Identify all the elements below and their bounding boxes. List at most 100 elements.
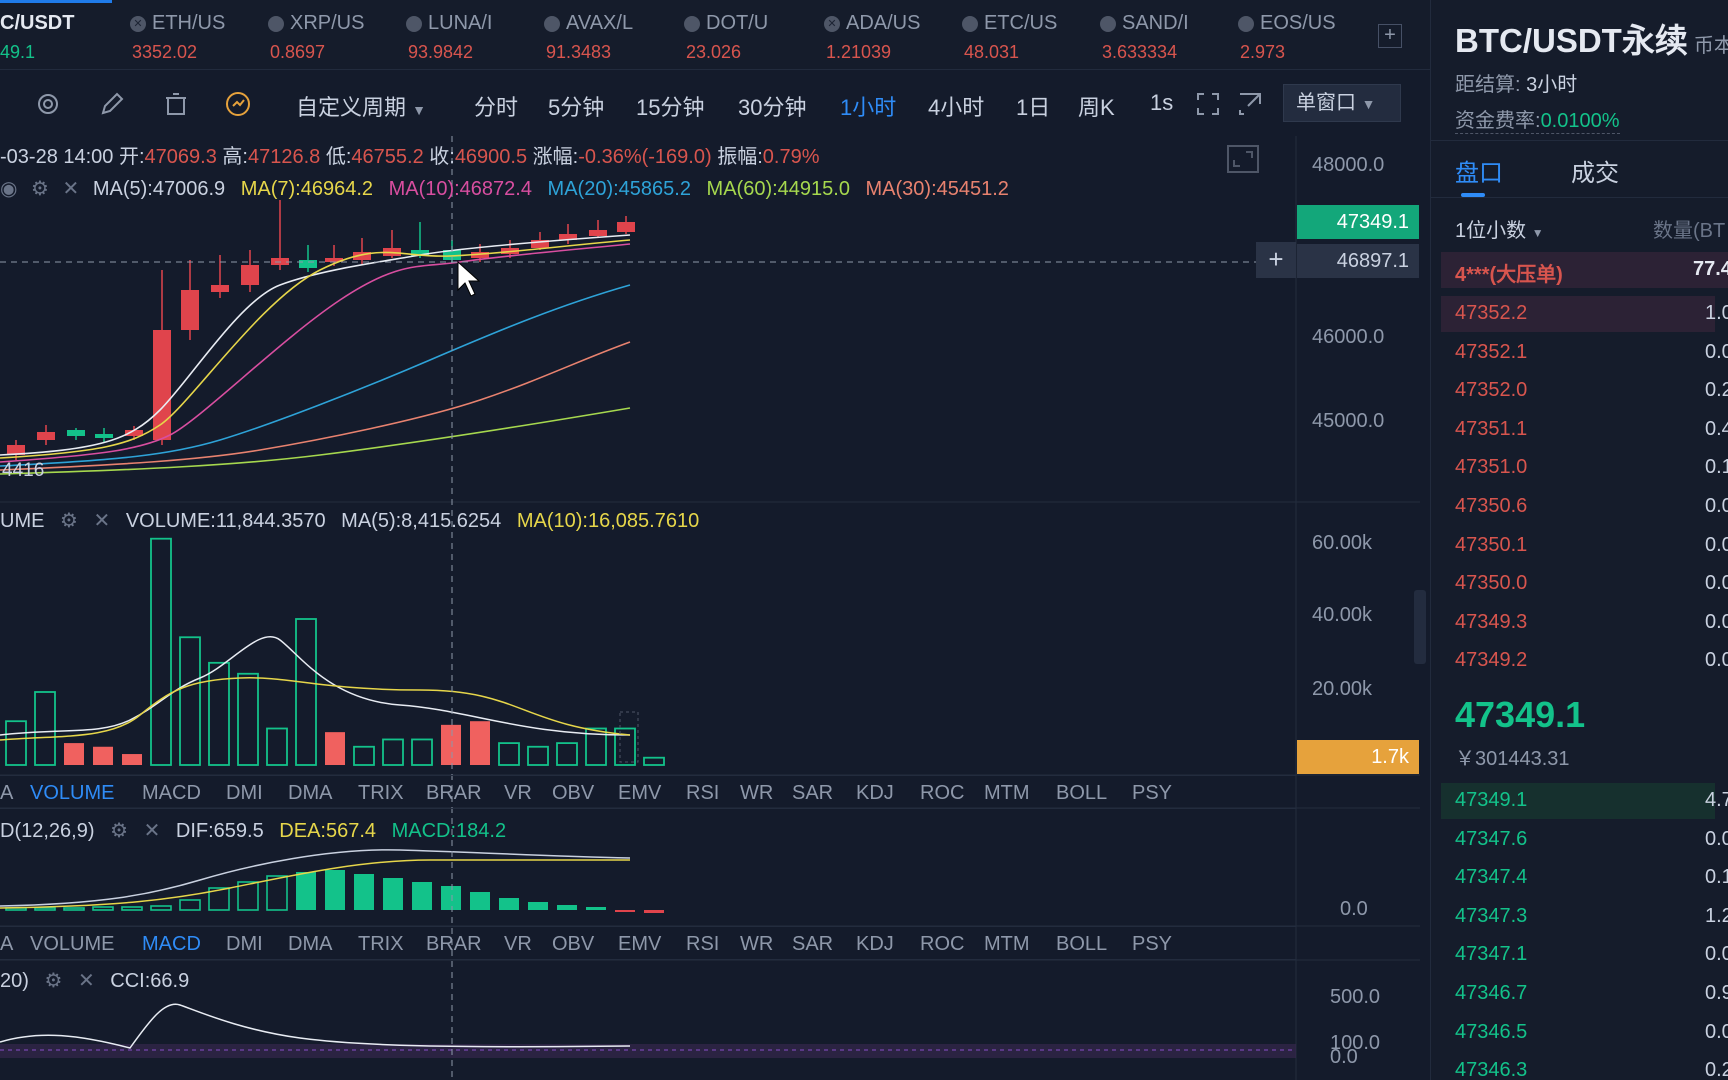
close-icon[interactable]: ✕ bbox=[78, 970, 95, 992]
indicator-tab-a[interactable]: A bbox=[0, 933, 13, 956]
expand-icon[interactable] bbox=[1226, 144, 1260, 174]
indicator-tab-sar[interactable]: SAR bbox=[792, 933, 833, 956]
indicator-tab-wr[interactable]: WR bbox=[740, 782, 773, 805]
ask-row[interactable]: 47351.1 0.4 bbox=[1455, 412, 1728, 448]
precision-select[interactable]: 1位小数 ▼ bbox=[1455, 214, 1544, 243]
cci-line bbox=[0, 1003, 631, 1049]
indicator-tab-macd[interactable]: MACD bbox=[142, 933, 201, 956]
close-icon[interactable]: ✕ bbox=[144, 820, 161, 842]
settlement-info: 距结算: 3小时 bbox=[1455, 68, 1577, 97]
volume-value: VOLUME:11,844.3570 bbox=[125, 510, 326, 532]
candle-body bbox=[181, 290, 199, 330]
ask-row[interactable]: 47350.0 0.0 bbox=[1455, 566, 1728, 602]
indicator-tab-mtm[interactable]: MTM bbox=[984, 782, 1030, 805]
chevron-down-icon: ▼ bbox=[1531, 226, 1544, 240]
cci-legend: 20) ⚙ ✕ CCI:66.9 bbox=[0, 968, 189, 993]
add-order-button[interactable]: + bbox=[1256, 242, 1296, 278]
indicator-tab-vr[interactable]: VR bbox=[504, 782, 532, 805]
indicator-tab-brar[interactable]: BRAR bbox=[426, 782, 482, 805]
ask-row[interactable]: 47352.2 1.0 bbox=[1441, 296, 1728, 332]
settings-icon[interactable]: ⚙ bbox=[60, 510, 78, 532]
indicator-tab-boll[interactable]: BOLL bbox=[1056, 933, 1107, 956]
big-order-row[interactable]: 4***(大压单) 77.4 bbox=[1441, 252, 1728, 288]
cci-value: CCI:66.9 bbox=[110, 970, 190, 992]
ask-row[interactable]: 47349.3 0.0 bbox=[1455, 605, 1728, 641]
indicator-tab-sar[interactable]: SAR bbox=[792, 782, 833, 805]
bid-row[interactable]: 47346.5 0.0 bbox=[1455, 1015, 1728, 1051]
volume-bar bbox=[122, 754, 142, 765]
settings-icon[interactable]: ⚙ bbox=[31, 178, 49, 200]
volume-bar bbox=[527, 745, 549, 766]
indicator-tab-rsi[interactable]: RSI bbox=[686, 782, 719, 805]
bid-qty: 0.0 bbox=[1705, 1020, 1728, 1043]
bid-row[interactable]: 47347.3 1.2 bbox=[1455, 899, 1728, 935]
indicator-tab-psy[interactable]: PSY bbox=[1132, 933, 1172, 956]
settings-icon[interactable]: ⚙ bbox=[44, 970, 62, 992]
indicator-tab-a[interactable]: A bbox=[0, 782, 13, 805]
ask-row[interactable]: 47350.1 0.0 bbox=[1455, 528, 1728, 564]
ask-row[interactable]: 47351.0 0.1 bbox=[1455, 450, 1728, 486]
candle-date: -03-28 14:00 bbox=[0, 146, 114, 168]
bid-row[interactable]: 47346.7 0.9 bbox=[1455, 976, 1728, 1012]
indicator-tab-vr[interactable]: VR bbox=[504, 933, 532, 956]
close-icon[interactable]: ✕ bbox=[63, 178, 80, 200]
ask-qty: 0.0 bbox=[1705, 340, 1728, 363]
close-icon[interactable]: ✕ bbox=[94, 510, 111, 532]
bid-row[interactable]: 47349.1 4.7 bbox=[1441, 783, 1728, 819]
volume-title: UME bbox=[0, 510, 45, 532]
bid-row[interactable]: 47347.1 0.0 bbox=[1455, 937, 1728, 973]
indicator-tab-obv[interactable]: OBV bbox=[552, 782, 594, 805]
indicator-tab-macd[interactable]: MACD bbox=[142, 782, 201, 805]
macd-bar bbox=[63, 907, 85, 911]
indicator-tab-roc[interactable]: ROC bbox=[920, 782, 964, 805]
indicator-tab-rsi[interactable]: RSI bbox=[686, 933, 719, 956]
macd-bar bbox=[557, 905, 577, 910]
indicator-tab-boll[interactable]: BOLL bbox=[1056, 782, 1107, 805]
ma-lines bbox=[0, 234, 631, 475]
bid-qty: 4.7 bbox=[1705, 789, 1728, 811]
funding-info[interactable]: 资金费率:0.0100% bbox=[1455, 104, 1620, 134]
indicator-tab-dmi[interactable]: DMI bbox=[226, 782, 263, 805]
volume-bar bbox=[150, 537, 172, 766]
tab-trades[interactable]: 成交 bbox=[1571, 153, 1619, 188]
eye-icon[interactable]: ◉ bbox=[0, 178, 17, 200]
bid-row[interactable]: 47347.4 0.1 bbox=[1455, 860, 1728, 896]
tab-orderbook[interactable]: 盘口 bbox=[1455, 153, 1503, 188]
indicator-tab-psy[interactable]: PSY bbox=[1132, 782, 1172, 805]
indicator-tab-kdj[interactable]: KDJ bbox=[856, 782, 894, 805]
indicator-tab-emv[interactable]: EMV bbox=[618, 782, 661, 805]
indicator-tab-roc[interactable]: ROC bbox=[920, 933, 964, 956]
indicator-tab-dma[interactable]: DMA bbox=[288, 933, 332, 956]
ask-row[interactable]: 47349.2 0.0 bbox=[1455, 643, 1728, 679]
indicator-tab-volume[interactable]: VOLUME bbox=[30, 782, 114, 805]
volume-axis-label: 40.00k bbox=[1312, 604, 1373, 626]
candle-info: -03-28 14:00 开:47069.3 高:47126.8 低:46755… bbox=[0, 140, 819, 169]
settings-icon[interactable]: ⚙ bbox=[110, 820, 128, 842]
indicator-tab-emv[interactable]: EMV bbox=[618, 933, 661, 956]
macd-bar bbox=[34, 907, 56, 911]
ask-qty: 0.0 bbox=[1705, 610, 1728, 633]
ask-price: 47352.0 bbox=[1455, 379, 1528, 402]
ask-qty: 0.0 bbox=[1705, 572, 1728, 595]
bid-row[interactable]: 47347.6 0.0 bbox=[1455, 822, 1728, 858]
indicator-tab-obv[interactable]: OBV bbox=[552, 933, 594, 956]
indicator-tab-wr[interactable]: WR bbox=[740, 933, 773, 956]
ask-row[interactable]: 47350.6 0.0 bbox=[1455, 489, 1728, 525]
contract-title[interactable]: BTC/USDT永续 币本 bbox=[1455, 14, 1728, 62]
indicator-tab-brar[interactable]: BRAR bbox=[426, 933, 482, 956]
volume-ma5-value: MA(5):8,415.6254 bbox=[341, 510, 502, 532]
indicator-tab-trix[interactable]: TRIX bbox=[358, 782, 404, 805]
indicator-tab-dmi[interactable]: DMI bbox=[226, 933, 263, 956]
collapse-panel-handle[interactable] bbox=[1414, 590, 1426, 664]
indicator-tab-kdj[interactable]: KDJ bbox=[856, 933, 894, 956]
ask-row[interactable]: 47352.0 0.2 bbox=[1455, 373, 1728, 409]
ask-row[interactable]: 47352.1 0.0 bbox=[1455, 335, 1728, 371]
indicator-tab-dma[interactable]: DMA bbox=[288, 782, 332, 805]
macd-bar bbox=[644, 910, 664, 913]
ma-line bbox=[0, 407, 631, 475]
bid-row[interactable]: 47346.3 0.2 bbox=[1455, 1053, 1728, 1080]
change-value: -0.36%(-169.0) bbox=[578, 146, 712, 168]
indicator-tab-volume[interactable]: VOLUME bbox=[30, 933, 114, 956]
indicator-tab-trix[interactable]: TRIX bbox=[358, 933, 404, 956]
indicator-tab-mtm[interactable]: MTM bbox=[984, 933, 1030, 956]
